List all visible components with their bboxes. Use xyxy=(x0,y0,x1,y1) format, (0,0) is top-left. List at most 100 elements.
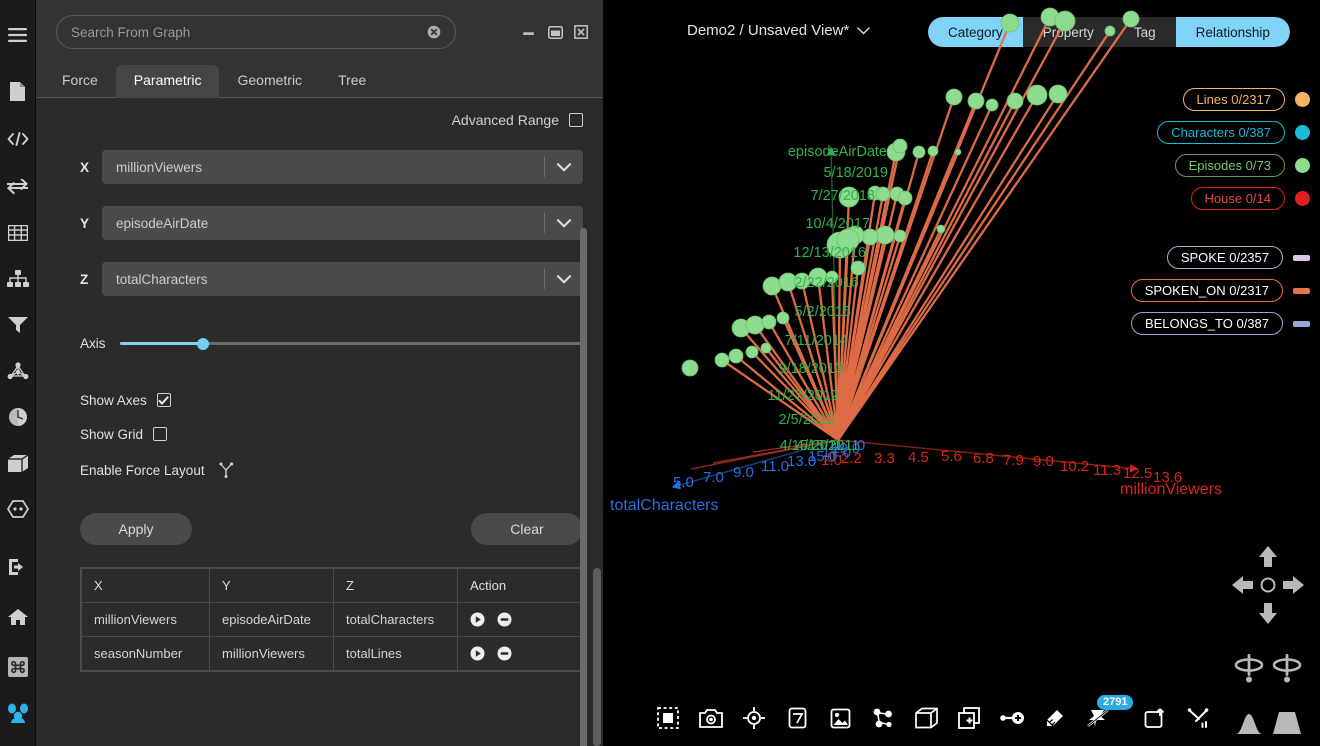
search-clear-icon[interactable] xyxy=(427,25,441,39)
cube-icon[interactable] xyxy=(0,442,36,484)
chevron-down-icon[interactable] xyxy=(545,163,583,172)
globe-icon[interactable] xyxy=(0,396,36,438)
show-axes-checkbox[interactable] xyxy=(157,393,171,407)
network-icon[interactable] xyxy=(0,350,36,392)
search-box[interactable] xyxy=(56,15,456,49)
cell-x: millionViewers xyxy=(82,603,210,637)
show-grid-checkbox[interactable] xyxy=(153,427,167,441)
command-icon[interactable] xyxy=(0,646,36,688)
play-row-icon[interactable] xyxy=(470,612,485,627)
table-row[interactable]: millionViewers episodeAirDate totalChara… xyxy=(82,603,583,637)
close-icon[interactable] xyxy=(573,24,589,40)
hexagon-code-icon[interactable] xyxy=(0,488,36,530)
logout-icon[interactable] xyxy=(0,546,36,588)
legend-item-lines[interactable]: Lines 0/2317 xyxy=(1125,88,1310,111)
zoom-controls xyxy=(1232,704,1304,738)
remove-row-icon[interactable] xyxy=(497,646,512,661)
camera-icon[interactable] xyxy=(698,705,724,731)
left-control-panel: Force Parametric Geometric Tree Advanced… xyxy=(36,0,603,746)
legend-item-episodes[interactable]: Episodes 0/73 xyxy=(1125,154,1310,177)
remove-row-icon[interactable] xyxy=(497,612,512,627)
table-icon[interactable] xyxy=(0,212,36,254)
axis-slider[interactable] xyxy=(120,342,583,345)
legend-item-spoken-on[interactable]: SPOKEN_ON 0/2317 xyxy=(1125,279,1310,302)
brush-icon[interactable] xyxy=(1042,705,1068,731)
search-input[interactable] xyxy=(71,25,427,40)
legend-dot-characters xyxy=(1295,125,1310,140)
crop-icon[interactable] xyxy=(784,705,810,731)
legend-chip-characters[interactable]: Characters 0/387 xyxy=(1157,121,1285,144)
home-icon[interactable] xyxy=(0,596,36,638)
legend-item-house[interactable]: House 0/14 xyxy=(1125,187,1310,210)
image-icon[interactable] xyxy=(827,705,853,731)
advanced-range-label: Advanced Range xyxy=(452,112,559,128)
show-axes-row: Show Axes xyxy=(80,389,583,411)
cluster-icon[interactable] xyxy=(870,705,896,731)
focus-target-icon[interactable] xyxy=(741,705,767,731)
advanced-range-checkbox[interactable] xyxy=(569,113,583,127)
tab-force[interactable]: Force xyxy=(44,65,116,98)
arrow-up-icon xyxy=(1259,546,1277,567)
panel-scrollbar[interactable] xyxy=(593,98,601,746)
panel-scrollbar-thumb[interactable] xyxy=(593,568,601,746)
play-row-icon[interactable] xyxy=(470,646,485,661)
legend-chip-spoken-on[interactable]: SPOKEN_ON 0/2317 xyxy=(1131,279,1283,302)
unpin-icon[interactable]: 2791 xyxy=(1085,705,1111,731)
cell-y: episodeAirDate xyxy=(210,603,334,637)
svg-text:5/2/2015: 5/2/2015 xyxy=(795,304,851,320)
table-row[interactable]: seasonNumber millionViewers totalLines xyxy=(82,637,583,671)
add-node-icon[interactable] xyxy=(999,705,1025,731)
force-layout-icon[interactable] xyxy=(219,462,234,478)
legend-chip-spoke[interactable]: SPOKE 0/2357 xyxy=(1167,246,1283,269)
graph-canvas[interactable]: Demo2 / Unsaved View* Category Property … xyxy=(603,0,1320,746)
svg-text:4.5: 4.5 xyxy=(908,449,929,466)
bounding-box-icon[interactable] xyxy=(913,705,939,731)
graph-nodes[interactable] xyxy=(682,8,1139,376)
hierarchy-icon[interactable] xyxy=(0,258,36,300)
pan-arrows xyxy=(1232,546,1304,624)
cell-x: seasonNumber xyxy=(82,637,210,671)
select-box-icon[interactable] xyxy=(655,705,681,731)
minimize-icon[interactable] xyxy=(521,24,537,40)
legend-item-characters[interactable]: Characters 0/387 xyxy=(1125,121,1310,144)
canvas-toolbar: 2791 xyxy=(655,696,1211,740)
chevron-down-icon[interactable] xyxy=(545,219,583,228)
export-icon[interactable] xyxy=(1142,705,1168,731)
z-axis-select[interactable]: totalCharacters xyxy=(102,262,583,296)
duplicate-add-icon[interactable] xyxy=(956,705,982,731)
tab-tree[interactable]: Tree xyxy=(320,65,384,98)
svg-text:7/11/2014: 7/11/2014 xyxy=(785,333,848,349)
x-axis-select[interactable]: millionViewers xyxy=(102,150,583,184)
maximize-icon[interactable] xyxy=(547,24,563,40)
transfer-icon[interactable] xyxy=(0,166,36,208)
legend-chip-house[interactable]: House 0/14 xyxy=(1191,187,1286,210)
tab-parametric[interactable]: Parametric xyxy=(116,65,220,98)
clear-button[interactable]: Clear xyxy=(471,513,583,545)
tab-geometric[interactable]: Geometric xyxy=(219,65,320,98)
filter-icon[interactable] xyxy=(0,304,36,346)
y-axis-select[interactable]: episodeAirDate xyxy=(102,206,583,240)
combos-table-wrap: X Y Z Action millionViewers episodeAirDa… xyxy=(80,567,583,672)
apply-button[interactable]: Apply xyxy=(80,513,192,545)
axis-slider-thumb[interactable] xyxy=(197,338,209,350)
z-axis-value: totalCharacters xyxy=(116,272,544,287)
user-avatar-icon[interactable] xyxy=(0,692,36,734)
panel-body: Advanced Range X millionViewers Y xyxy=(36,98,603,746)
document-icon[interactable] xyxy=(0,70,36,112)
legend-separator xyxy=(1125,220,1310,246)
prune-icon[interactable] xyxy=(1185,705,1211,731)
svg-text:11.3: 11.3 xyxy=(1093,462,1121,479)
code-icon[interactable] xyxy=(0,118,36,160)
legend-chip-lines[interactable]: Lines 0/2317 xyxy=(1183,88,1285,111)
menu-icon[interactable] xyxy=(0,14,36,56)
chevron-down-icon[interactable] xyxy=(545,275,583,284)
pan-controls xyxy=(1232,546,1304,624)
legend-chip-episodes[interactable]: Episodes 0/73 xyxy=(1175,154,1285,177)
legend-item-spoke[interactable]: SPOKE 0/2357 xyxy=(1125,246,1310,269)
legend-chip-belongs-to[interactable]: BELONGS_TO 0/387 xyxy=(1131,312,1283,335)
legend-item-belongs-to[interactable]: BELONGS_TO 0/387 xyxy=(1125,312,1310,335)
legend-dot-house xyxy=(1295,191,1310,206)
inner-scrollbar[interactable] xyxy=(580,228,587,746)
inner-scrollbar-thumb[interactable] xyxy=(580,228,587,746)
panel-header xyxy=(36,0,603,64)
